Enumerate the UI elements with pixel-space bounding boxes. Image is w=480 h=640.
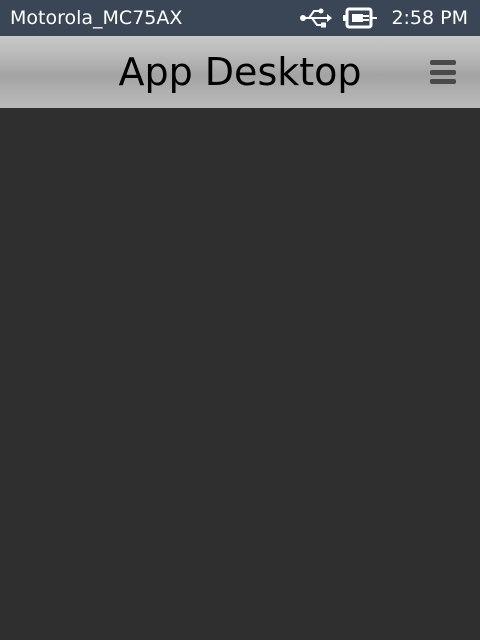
- app-screen: Motorola_MC75AX 2:58 PM App Desktop: [0, 0, 480, 640]
- battery-charging-icon: [343, 7, 378, 29]
- clock[interactable]: 2:58 PM: [391, 7, 468, 29]
- status-bar: Motorola_MC75AX 2:58 PM: [0, 0, 480, 36]
- status-icons: 2:58 PM: [299, 0, 480, 36]
- device-name: Motorola_MC75AX: [10, 7, 183, 29]
- menu-bar-line: [430, 69, 456, 75]
- menu-bar-line: [430, 60, 456, 65]
- hamburger-menu-icon[interactable]: [430, 58, 458, 86]
- menu-bar-line: [430, 79, 456, 84]
- page-title: App Desktop: [118, 50, 362, 94]
- usb-icon: [300, 8, 333, 28]
- title-bar: App Desktop: [0, 36, 480, 108]
- app-desktop-area[interactable]: [0, 108, 480, 640]
